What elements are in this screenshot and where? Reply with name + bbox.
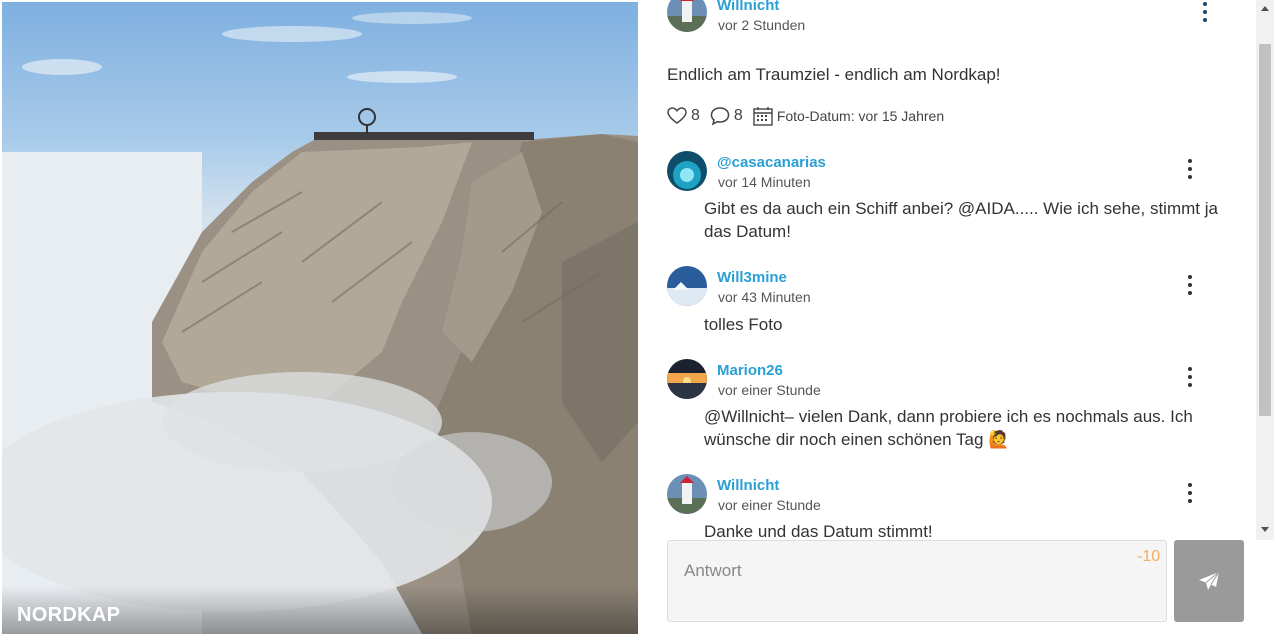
comment-more-icon[interactable]	[1180, 273, 1200, 297]
comment-time: vor 14 Minuten	[718, 174, 811, 190]
comment-text: Gibt es da auch ein Schiff anbei? @AIDA.…	[704, 199, 1218, 241]
comments-scrollbar[interactable]	[1256, 0, 1274, 540]
avatar-image	[667, 266, 707, 306]
comment-avatar[interactable]	[667, 266, 707, 306]
comment-avatar[interactable]	[667, 359, 707, 399]
heart-icon[interactable]	[667, 107, 687, 125]
scroll-down-icon[interactable]	[1261, 527, 1269, 532]
send-button[interactable]	[1174, 540, 1244, 622]
paper-plane-icon	[1199, 571, 1220, 590]
comment-more-icon[interactable]	[1180, 157, 1200, 181]
avatar-image	[667, 151, 707, 191]
comment-author-name[interactable]: Will3mine	[717, 269, 787, 286]
avatar-image	[667, 0, 707, 32]
post-text: Endlich am Traumziel - endlich am Nordka…	[667, 65, 1001, 84]
post-photo[interactable]: NORDKAP	[2, 2, 638, 634]
comment-time: vor einer Stunde	[718, 382, 821, 398]
comment-icon[interactable]	[710, 106, 730, 126]
likes-count: 8	[691, 107, 700, 124]
scrollbar-thumb[interactable]	[1259, 44, 1271, 416]
post-time: vor 2 Stunden	[718, 17, 806, 33]
photo-title: NORDKAP	[17, 604, 121, 626]
reply-input[interactable]	[668, 541, 1166, 621]
comment-text: tolles Foto	[704, 315, 783, 334]
calendar-icon	[753, 107, 773, 126]
comment-author-name[interactable]: Marion26	[717, 362, 783, 379]
post-author-name[interactable]: Willnicht	[717, 0, 779, 14]
comments-count: 8	[733, 107, 743, 124]
post-stats: 8 8 Foto-Datum: vor 15 Jahren	[667, 104, 944, 128]
avatar-image	[667, 474, 707, 514]
comment-time: vor einer Stunde	[718, 497, 821, 513]
photo-date: Foto-Datum: vor 15 Jahren	[776, 108, 945, 124]
comments-panel[interactable]: Willnicht vor 2 Stunden Endlich am Traum…	[638, 0, 1256, 540]
comment-text: Danke und das Datum stimmt!	[704, 522, 933, 540]
comment-avatar[interactable]	[667, 151, 707, 191]
comment-avatar[interactable]	[667, 474, 707, 514]
post-more-icon[interactable]	[1195, 0, 1215, 24]
comment-more-icon[interactable]	[1180, 365, 1200, 389]
comment-more-icon[interactable]	[1180, 481, 1200, 505]
reply-box	[667, 540, 1167, 622]
comment-author-name[interactable]: Willnicht	[717, 477, 779, 494]
character-counter: -10	[1137, 548, 1161, 565]
post-author-avatar[interactable]	[667, 0, 707, 32]
comment-time: vor 43 Minuten	[718, 289, 811, 305]
scroll-up-icon[interactable]	[1261, 6, 1269, 11]
comment-text: @Willnicht– vielen Dank, dann probiere i…	[704, 407, 1193, 449]
avatar-image	[667, 359, 707, 399]
nordkap-photo-image	[2, 12, 638, 634]
comment-author-name[interactable]: @casacanarias	[717, 154, 826, 171]
